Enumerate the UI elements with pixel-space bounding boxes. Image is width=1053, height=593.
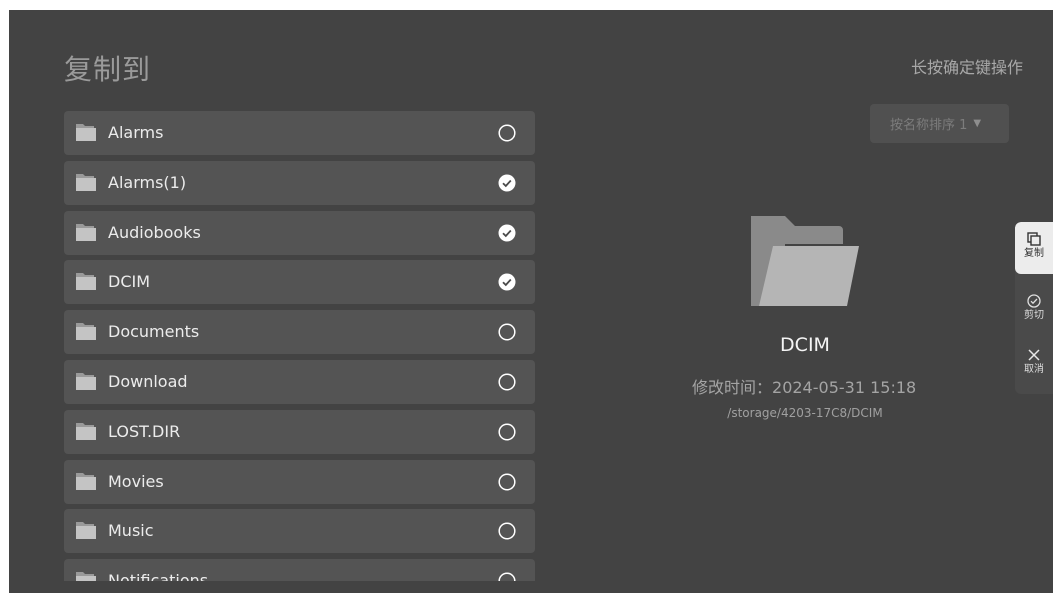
selected-folder-name: DCIM (780, 334, 830, 356)
folder-name: Audiobooks (108, 222, 201, 242)
folder-icon (76, 124, 96, 141)
folder-name: Documents (108, 322, 200, 342)
folder-row[interactable]: Music (64, 509, 535, 554)
copy-icon (1027, 232, 1041, 246)
long-press-hint: 长按确定键操作 (910, 58, 1023, 77)
folder-name: DCIM (108, 272, 151, 292)
unchecked-circle-icon[interactable] (498, 522, 516, 540)
unchecked-circle-icon[interactable] (498, 323, 516, 341)
cut-action[interactable]: 剪切 (1015, 284, 1053, 336)
folder-row[interactable]: Movies (64, 459, 535, 504)
folder-name: Movies (108, 471, 164, 491)
cancel-action-label: 取消 (1024, 364, 1044, 375)
modified-time-value: 2024-05-31 15:18 (772, 378, 917, 397)
folder-row[interactable]: Documents (64, 310, 535, 355)
unchecked-circle-icon[interactable] (498, 473, 516, 491)
folder-icon (76, 572, 96, 581)
folder-row[interactable]: LOST.DIR (64, 409, 535, 454)
folder-icon (76, 323, 96, 341)
modified-time: 修改时间：2024-05-31 15:18 (692, 374, 918, 398)
sort-dropdown-label: 按名称排序 1 (890, 118, 968, 133)
folder-row[interactable]: Alarms (64, 111, 535, 155)
side-action-menu: 复制 剪切 取消 (1015, 222, 1053, 394)
checked-circle-icon[interactable] (498, 224, 516, 242)
cancel-action[interactable]: 取消 (1015, 338, 1053, 390)
unchecked-circle-icon[interactable] (498, 373, 516, 391)
folder-icon (76, 422, 96, 440)
folder-name: Alarms(1) (108, 172, 187, 192)
folder-icon (76, 223, 96, 241)
folder-row[interactable]: Audiobooks (64, 210, 535, 255)
folder-path: /storage/4203-17C8/DCIM (727, 406, 883, 420)
unchecked-circle-icon[interactable] (498, 572, 516, 581)
folder-row[interactable]: DCIM (64, 260, 535, 305)
folder-row[interactable]: Download (64, 360, 535, 404)
modified-time-label: 修改时间： (692, 378, 773, 397)
folder-list[interactable]: Alarms Alarms(1) Audiobooks DCIM Documents Do… (64, 111, 535, 581)
folder-name: Alarms (108, 123, 164, 142)
file-picker-screen: 复制到 长按确定键操作 按名称排序 1 ▼ Alarms Alarms(1) Aud… (9, 10, 1053, 593)
folder-name: Music (108, 521, 154, 541)
cut-action-label: 剪切 (1024, 310, 1044, 321)
folder-name: Download (108, 372, 188, 391)
folder-icon (76, 472, 96, 490)
unchecked-circle-icon[interactable] (498, 124, 516, 142)
sort-dropdown[interactable]: 按名称排序 1 ▼ (870, 104, 1009, 143)
folder-name: Notifications (108, 571, 209, 581)
copy-action[interactable]: 复制 (1015, 222, 1053, 274)
close-icon (1028, 349, 1040, 361)
large-folder-icon (751, 216, 859, 306)
checked-circle-icon[interactable] (498, 174, 516, 192)
unchecked-circle-icon[interactable] (498, 423, 516, 441)
checked-circle-icon[interactable] (498, 273, 516, 291)
folder-icon (76, 173, 96, 191)
copy-action-label: 复制 (1024, 248, 1044, 259)
folder-name: LOST.DIR (108, 421, 181, 441)
folder-icon (76, 522, 96, 540)
caret-down-icon: ▼ (973, 118, 982, 129)
folder-row[interactable]: Alarms(1) (64, 160, 535, 205)
folder-row[interactable]: Notifications (64, 559, 535, 581)
folder-icon (76, 373, 96, 390)
page-title: 复制到 (64, 53, 152, 86)
folder-icon (76, 273, 96, 291)
check-circle-icon (1027, 294, 1041, 308)
